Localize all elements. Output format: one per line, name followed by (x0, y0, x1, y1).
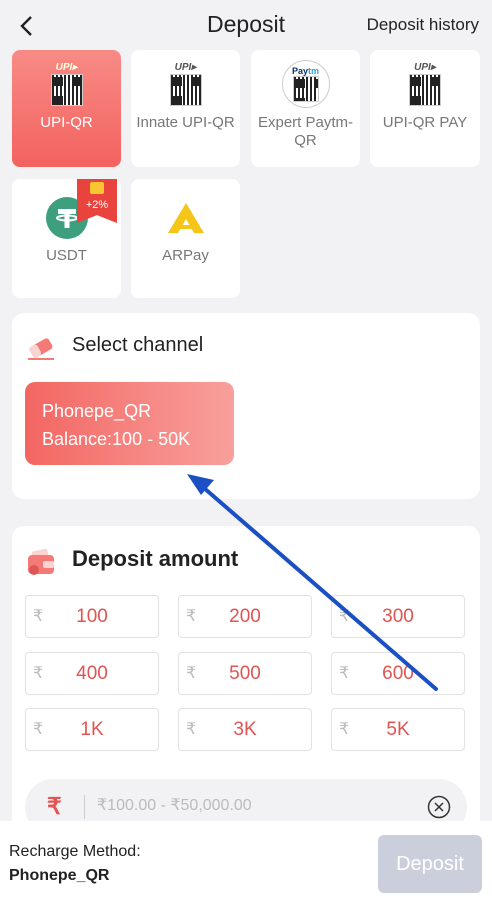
method-usdt[interactable]: +2% USDT (12, 179, 121, 298)
amount-option[interactable]: ₹300 (331, 595, 465, 638)
method-upi-qr[interactable]: UPI▸ UPI-QR (12, 50, 121, 167)
channel-option-phonepe-qr[interactable]: Phonepe_QR Balance:100 - 50K (25, 382, 234, 465)
recharge-method-value: Phonepe_QR (9, 867, 110, 884)
section-title: Select channel (72, 334, 204, 356)
eraser-icon (26, 335, 56, 366)
channel-balance: Balance:100 - 50K (42, 429, 191, 449)
method-label: ARPay (162, 247, 209, 264)
method-label: Innate UPI-QR (136, 114, 235, 131)
recharge-method-label: Recharge Method: (9, 843, 141, 860)
section-title: Deposit amount (72, 546, 239, 571)
upi-qr-icon: UPI▸ (409, 62, 441, 106)
amount-section: Deposit amount ₹100 ₹200 ₹300 ₹400 ₹500 … (12, 526, 480, 846)
method-upi-qr-pay[interactable]: UPI▸ UPI-QR PAY (370, 50, 480, 167)
deposit-button[interactable]: Deposit (378, 835, 482, 893)
amount-option[interactable]: ₹100 (25, 595, 159, 638)
method-arpay[interactable]: ARPay (131, 179, 240, 298)
amount-option[interactable]: ₹3K (178, 708, 312, 751)
clear-icon[interactable] (427, 795, 451, 819)
method-expert-paytm-qr[interactable]: Paytm Expert Paytm-QR (251, 50, 360, 167)
method-label: Expert Paytm-QR (257, 114, 354, 149)
amount-option[interactable]: ₹400 (25, 652, 159, 695)
amount-option[interactable]: ₹5K (331, 708, 465, 751)
amount-option[interactable]: ₹200 (178, 595, 312, 638)
gift-icon (90, 182, 104, 194)
channel-name: Phonepe_QR (42, 401, 152, 421)
paytm-qr-icon: Paytm (281, 60, 330, 108)
method-innate-upi-qr[interactable]: UPI▸ Innate UPI-QR (131, 50, 240, 167)
rupee-icon: ₹ (47, 793, 62, 819)
method-label: USDT (46, 247, 87, 264)
upi-qr-icon: UPI▸ (50, 62, 83, 106)
method-label: UPI-QR (40, 114, 93, 131)
method-label: UPI-QR PAY (382, 114, 468, 131)
channel-section: Select channel Phonepe_QR Balance:100 - … (12, 313, 480, 499)
header: Deposit Deposit history (0, 0, 492, 52)
amount-input[interactable] (97, 791, 407, 821)
arpay-icon (166, 201, 206, 240)
amount-option[interactable]: ₹500 (178, 652, 312, 695)
upi-qr-icon: UPI▸ (169, 62, 202, 106)
footer: Recharge Method: Phonepe_QR Deposit (0, 821, 492, 901)
amount-option[interactable]: ₹600 (331, 652, 465, 695)
wallet-icon (26, 548, 56, 581)
divider (84, 795, 85, 819)
deposit-history-link[interactable]: Deposit history (367, 15, 479, 35)
bonus-badge: +2% (77, 179, 117, 223)
amount-option[interactable]: ₹1K (25, 708, 159, 751)
